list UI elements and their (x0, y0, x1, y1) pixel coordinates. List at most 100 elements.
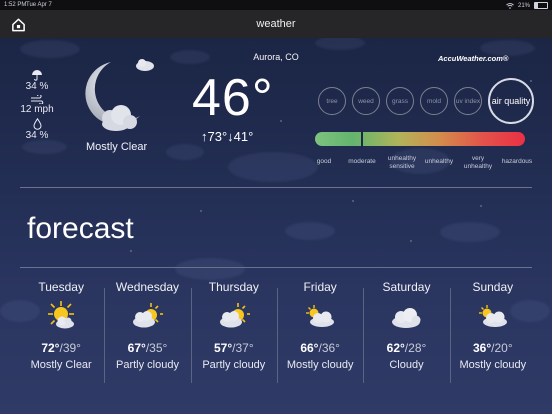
day-name: Wednesday (115, 280, 180, 294)
bg-cloud (175, 258, 245, 280)
humidity-drop-icon (32, 118, 42, 130)
humidity-stat: 34 % (16, 118, 58, 142)
snow-dot (410, 240, 412, 242)
forecast-day[interactable]: Wednesday 67°/35° Partly cloudy (104, 279, 190, 389)
sun-cloud-icon (104, 299, 190, 333)
category-weed[interactable]: weed (352, 87, 380, 115)
day-name: Thursday (208, 280, 259, 294)
battery-icon (534, 2, 548, 9)
current-details: 34 % 12 mph 34 % (16, 70, 58, 144)
day-condition: Partly cloudy (202, 359, 266, 371)
day-temperature: 67°/35° (127, 341, 168, 355)
day-high: 57° (213, 341, 233, 355)
status-time: 1:52 PM (4, 2, 27, 8)
day-high: 62° (386, 341, 405, 355)
day-condition: Mostly cloudy (286, 359, 354, 371)
day-high: 67° (127, 341, 146, 355)
wind-icon (31, 95, 44, 104)
forecast-heading: forecast (27, 212, 134, 245)
air-quality-scale-labels: good moderate unhealthy sensitive unheal… (306, 155, 538, 175)
nav-bar: weather (0, 10, 552, 38)
category-mold[interactable]: mold (420, 87, 448, 115)
bg-cloud (166, 144, 204, 160)
sun-cloud-icon (191, 299, 277, 333)
forecast-day[interactable]: Thursday 57°/37° Partly cloudy (190, 279, 277, 389)
forecast-day[interactable]: Sunday 36°/20° Mostly cloudy (449, 279, 536, 389)
day-high: 72° (41, 341, 60, 355)
pollen-category-selector: tree weed grass mold uv index air qualit… (318, 78, 534, 124)
accuweather-logo: AccuWeather.com® (438, 54, 509, 63)
day-high: 36° (472, 341, 492, 355)
air-quality-marker (361, 129, 363, 149)
snow-dot (352, 200, 354, 202)
category-grass[interactable]: grass (386, 87, 414, 115)
snow-dot (280, 120, 282, 122)
sun-cloud-icon (450, 299, 536, 333)
precip-value: 34 % (25, 81, 49, 92)
wind-stat: 12 mph (16, 95, 58, 116)
bg-cloud (228, 152, 318, 182)
forecast-day[interactable]: Saturday 62°/28° Cloudy (363, 279, 449, 389)
weather-app: 1:52 PM Tue Apr 7 21% weather 34 % 12 mp… (0, 0, 552, 414)
day-name: Sunday (472, 280, 514, 294)
moon-cloud-icon (85, 59, 154, 131)
snow-dot (480, 205, 482, 207)
scale-label-hazardous: hazardous (501, 158, 533, 165)
day-condition: Mostly cloudy (459, 359, 527, 371)
status-right: 21% (506, 2, 548, 9)
day-condition: Cloudy (389, 359, 424, 371)
current-temperature: 46° (192, 69, 274, 127)
category-uv-index[interactable]: uv index (454, 87, 482, 115)
umbrella-icon (32, 70, 42, 81)
forecast-day[interactable]: Friday 66°/36° Mostly cloudy (276, 279, 363, 389)
bg-cloud (315, 36, 365, 50)
day-low: 39° (62, 341, 81, 355)
scale-label-unhealthy-sensitive: unhealthy sensitive (387, 155, 417, 170)
status-bar: 1:52 PM Tue Apr 7 21% (0, 0, 552, 10)
bg-cloud (20, 40, 80, 58)
forecast-days: Tuesday 72°/39° Mostly Clear Wednesday 6… (18, 279, 536, 389)
status-date: Tue Apr 7 (26, 2, 52, 8)
scale-label-unhealthy: unhealthy (424, 158, 454, 165)
day-temperature: 36°/20° (472, 341, 513, 355)
nav-title: weather (256, 18, 296, 30)
section-divider (20, 267, 532, 268)
bg-cloud (285, 222, 335, 240)
day-low: 37° (235, 341, 254, 355)
humidity-value: 34 % (25, 130, 49, 141)
battery-percent: 21% (517, 2, 530, 9)
day-high: 66° (300, 341, 319, 355)
day-condition: Mostly Clear (30, 359, 92, 371)
day-low: 35° (149, 341, 168, 355)
wifi-icon (506, 2, 514, 9)
forecast-day[interactable]: Tuesday 72°/39° Mostly Clear (18, 279, 104, 389)
sun-cloud-icon (277, 299, 363, 333)
section-divider (20, 187, 532, 188)
day-low: 36° (321, 341, 340, 355)
current-condition: Mostly Clear (86, 141, 148, 153)
bg-cloud (440, 222, 500, 242)
bg-cloud (170, 50, 210, 64)
sun-cloud-icon (18, 299, 104, 333)
scale-label-moderate: moderate (348, 158, 376, 165)
snow-dot (130, 250, 132, 252)
scale-label-very-unhealthy: very unhealthy (463, 155, 493, 170)
category-air-quality[interactable]: air quality (488, 78, 534, 124)
day-name: Saturday (382, 280, 431, 294)
day-temperature: 66°/36° (300, 341, 340, 355)
day-low: 28° (408, 341, 427, 355)
snow-dot (200, 210, 202, 212)
scale-label-good: good (316, 158, 332, 165)
wind-value: 12 mph (20, 104, 54, 115)
location-label: Aurora, CO (253, 52, 299, 62)
day-condition: Partly cloudy (116, 359, 179, 371)
day-temperature: 62°/28° (386, 341, 427, 355)
air-quality-scale-bar (315, 132, 525, 146)
category-tree[interactable]: tree (318, 87, 346, 115)
day-temperature: 57°/37° (213, 341, 254, 355)
day-low: 20° (494, 341, 513, 355)
day-name: Friday (303, 280, 337, 294)
day-name: Tuesday (38, 280, 84, 294)
hi-lo-temperature: ↑73°↓41° (201, 129, 254, 144)
cloud-icon (363, 299, 449, 333)
